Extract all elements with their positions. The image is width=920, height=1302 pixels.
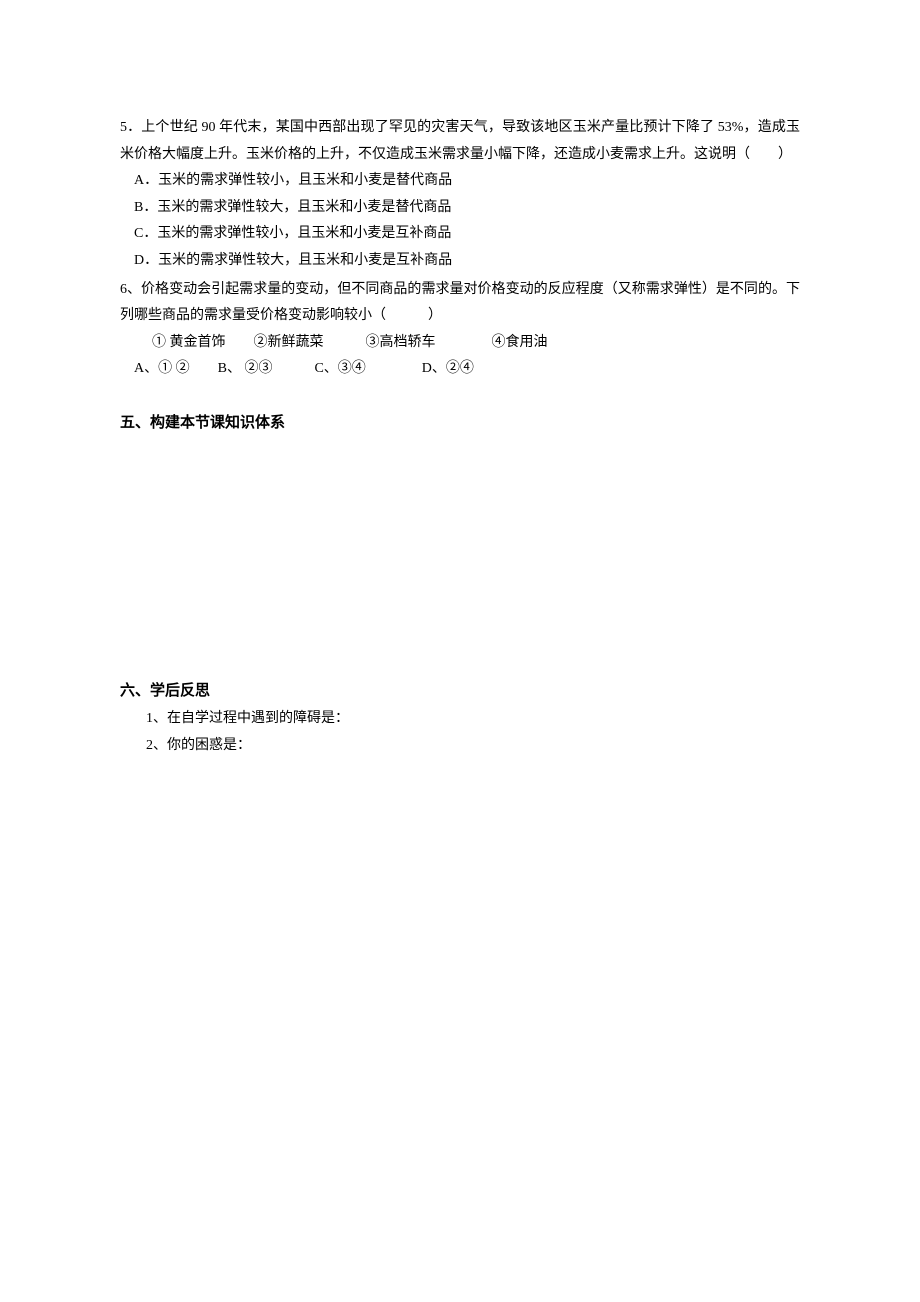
q5-option-d: D．玉米的需求弹性较大，且玉米和小麦是互补商品 (120, 248, 800, 275)
q5-option-b: B．玉米的需求弹性较大，且玉米和小麦是替代商品 (120, 195, 800, 222)
reflection-line-1: 1、在自学过程中遇到的障碍是： (120, 706, 800, 733)
q6-answers: A、① ② B、 ②③ C、③④ D、②④ (120, 356, 800, 383)
question-6: 6、价格变动会引起需求量的变动，但不同商品的需求量对价格变动的反应程度（又称需求… (120, 277, 800, 383)
section-5-heading: 五、构建本节课知识体系 (120, 409, 800, 438)
q5-option-c: C．玉米的需求弹性较小，且玉米和小麦是互补商品 (120, 221, 800, 248)
reflection-line-2: 2、你的困惑是： (120, 733, 800, 760)
q6-stem: 6、价格变动会引起需求量的变动，但不同商品的需求量对价格变动的反应程度（又称需求… (120, 277, 800, 330)
q5-stem: 5．上个世纪 90 年代末，某国中西部出现了罕见的灾害天气，导致该地区玉米产量比… (120, 115, 800, 168)
question-5: 5．上个世纪 90 年代末，某国中西部出现了罕见的灾害天气，导致该地区玉米产量比… (120, 115, 800, 275)
q6-choices: ① 黄金首饰 ②新鲜蔬菜 ③高档轿车 ④食用油 (120, 330, 800, 357)
section-6-heading: 六、学后反思 (120, 677, 800, 706)
section-6: 六、学后反思 1、在自学过程中遇到的障碍是： 2、你的困惑是： (120, 677, 800, 759)
q5-option-a: A．玉米的需求弹性较小，且玉米和小麦是替代商品 (120, 168, 800, 195)
